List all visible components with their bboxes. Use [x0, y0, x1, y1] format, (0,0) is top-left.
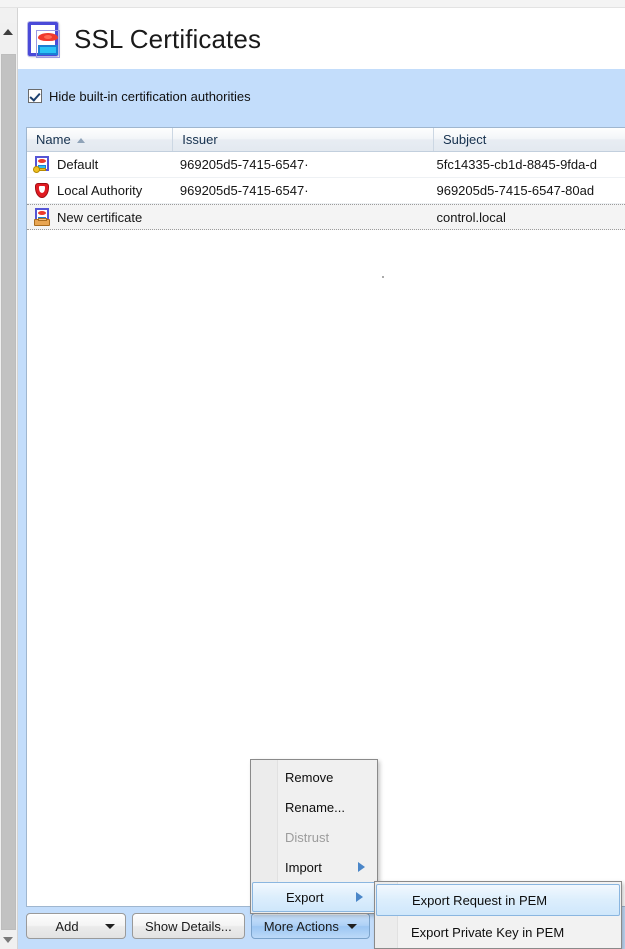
show-details-button[interactable]: Show Details... — [132, 913, 245, 939]
table-row[interactable]: Local Authority 969205d5-7415-6547· 9692… — [27, 178, 625, 204]
table-header-row: Name Issuer Subject — [27, 128, 625, 152]
action-button-bar: Add Show Details... More Actions — [26, 913, 370, 939]
more-actions-menu: Remove Rename... Distrust Import Export — [250, 759, 378, 914]
menu-item-export-request-pem[interactable]: Export Request in PEM — [376, 884, 620, 916]
menu-item-distrust: Distrust — [251, 822, 377, 852]
certificate-with-key-icon — [33, 155, 51, 174]
scroll-down-arrow-icon[interactable] — [0, 931, 17, 949]
menu-item-export-private-key-pem[interactable]: Export Private Key in PEM — [375, 916, 621, 948]
cell-name: Local Authority — [27, 182, 171, 200]
cell-issuer: 969205d5-7415-6547· — [179, 183, 309, 198]
more-actions-button[interactable]: More Actions — [250, 913, 370, 939]
menu-item-rename-label: Rename... — [285, 799, 345, 815]
submenu-arrow-icon — [356, 892, 363, 902]
cell-subject: 5fc14335-cb1d-8845-9fda-d — [436, 157, 597, 172]
certificate-request-icon — [33, 208, 51, 226]
certificate-icon — [26, 20, 60, 58]
cell-subject: control.local — [436, 209, 506, 225]
submenu-arrow-icon — [358, 862, 365, 872]
cell-name-text: Local Authority — [57, 183, 143, 198]
cell-name-text: Default — [57, 157, 99, 172]
caret-down-icon — [346, 923, 357, 929]
scroll-up-arrow-icon[interactable] — [0, 23, 17, 41]
cell-issuer: 969205d5-7415-6547· — [179, 157, 309, 172]
table-row[interactable]: New certificate control.local — [27, 204, 625, 230]
cell-name-text: New certificate — [57, 209, 143, 225]
scrollbar-thumb[interactable] — [1, 54, 16, 930]
ssl-certificates-window: SSL Certificates Hide built-in certifica… — [0, 0, 625, 949]
render-artifact-dot — [382, 276, 384, 278]
menu-item-import[interactable]: Import — [251, 852, 377, 882]
menu-item-export-label: Export — [286, 889, 324, 905]
caret-down-icon — [105, 923, 115, 929]
menu-item-export-request-pem-label: Export Request in PEM — [412, 892, 548, 908]
column-header-subject[interactable]: Subject — [434, 128, 625, 151]
hide-builtin-checkbox[interactable] — [28, 89, 42, 103]
column-header-issuer-label: Issuer — [182, 132, 218, 147]
column-header-issuer[interactable]: Issuer — [173, 128, 434, 151]
menu-item-remove-label: Remove — [285, 769, 334, 785]
menu-item-export-private-key-pem-label: Export Private Key in PEM — [411, 924, 565, 940]
more-actions-button-label: More Actions — [263, 918, 339, 934]
export-submenu: Export Request in PEM Export Private Key… — [374, 881, 622, 949]
column-header-name-label: Name — [36, 132, 71, 147]
cell-subject: 969205d5-7415-6547-80ad — [436, 183, 595, 198]
window-top-strip — [0, 0, 625, 8]
show-details-button-label: Show Details... — [145, 918, 232, 934]
page-title: SSL Certificates — [74, 24, 262, 54]
table-body: Default 969205d5-7415-6547· 5fc14335-cb1… — [27, 152, 625, 230]
menu-item-import-label: Import — [285, 859, 322, 875]
add-button-label: Add — [55, 918, 79, 934]
hide-builtin-label: Hide built-in certification authorities — [49, 88, 251, 104]
cell-name: Default — [27, 155, 171, 174]
red-shield-icon — [33, 182, 51, 200]
menu-item-distrust-label: Distrust — [285, 829, 330, 845]
hide-builtin-checkbox-row[interactable]: Hide built-in certification authorities — [28, 87, 251, 105]
page-scrollbar-vertical[interactable] — [0, 8, 18, 949]
column-header-name[interactable]: Name — [27, 128, 174, 151]
add-button[interactable]: Add — [26, 913, 126, 939]
table-row[interactable]: Default 969205d5-7415-6547· 5fc14335-cb1… — [27, 152, 625, 178]
sort-ascending-icon — [76, 137, 85, 143]
page-header: SSL Certificates — [18, 9, 625, 69]
menu-item-rename[interactable]: Rename... — [251, 792, 377, 822]
menu-item-export[interactable]: Export — [252, 882, 376, 912]
cell-name: New certificate — [27, 208, 171, 226]
menu-item-remove[interactable]: Remove — [251, 762, 377, 792]
column-header-subject-label: Subject — [442, 132, 487, 147]
